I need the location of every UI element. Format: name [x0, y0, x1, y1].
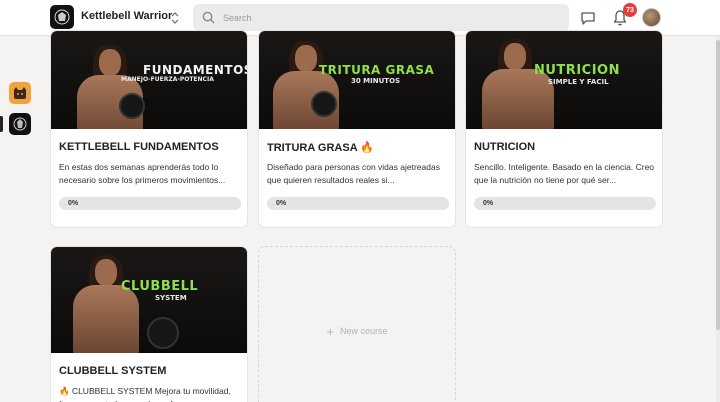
cover-title: FUNDAMENTOS	[143, 63, 248, 77]
course-title[interactable]: NUTRICION	[474, 141, 535, 153]
course-cover-image: NUTRICION SIMPLE Y FACIL	[466, 31, 662, 129]
course-progress-bar: 0%	[474, 197, 656, 210]
course-description: Diseñado para personas con vidas ajetrea…	[267, 162, 440, 185]
course-cover-image: CLUBBELL SYSTEM	[51, 247, 247, 353]
cover-subtitle: SIMPLE Y FACIL	[548, 78, 609, 86]
kettlebell-warrior-logo-icon	[13, 117, 27, 131]
user-avatar[interactable]	[642, 8, 661, 27]
course-progress-bar: 0%	[59, 197, 241, 210]
cat-logo-icon	[14, 87, 26, 99]
course-description: 🔥 CLUBBELL SYSTEM Mejora tu movilidad, f…	[59, 386, 231, 402]
brand-logo[interactable]	[50, 5, 74, 29]
search-bar[interactable]	[193, 4, 569, 31]
page-scrollbar[interactable]	[716, 36, 720, 402]
community-switcher-item-1[interactable]	[9, 82, 31, 104]
course-description: Sencillo. Inteligente. Basado en la cien…	[474, 162, 655, 185]
community-switcher-item-kettlebell-warrior[interactable]	[9, 113, 31, 135]
course-progress-label: 0%	[483, 200, 494, 207]
course-card[interactable]: NUTRICION SIMPLE Y FACIL NUTRICION Senci…	[465, 30, 663, 228]
brand-emblem-icon	[54, 9, 70, 25]
community-switcher-chevron-icon[interactable]	[168, 9, 182, 27]
active-community-indicator	[0, 116, 3, 132]
course-title[interactable]: CLUBBELL SYSTEM	[59, 365, 166, 377]
course-progress-label: 0%	[68, 200, 79, 207]
course-progress-bar: 0%	[267, 197, 449, 210]
course-cover-image: TRITURA GRASA 30 MINUTOS	[259, 31, 455, 129]
course-title[interactable]: TRITURA GRASA 🔥	[267, 141, 374, 154]
search-icon	[202, 11, 215, 24]
scrollbar-thumb[interactable]	[716, 40, 720, 330]
cover-subtitle: MANEJO-FUERZA-POTENCIA	[121, 76, 214, 83]
cover-title: NUTRICION	[534, 63, 620, 78]
cover-subtitle: 30 MINUTOS	[351, 77, 401, 85]
plus-icon: +	[326, 323, 335, 339]
course-cover-image: FUNDAMENTOS MANEJO-FUERZA-POTENCIA	[51, 31, 248, 129]
new-course-label: New course	[340, 326, 388, 336]
brand-name[interactable]: Kettlebell Warrior	[81, 10, 172, 22]
cover-subtitle: SYSTEM	[155, 294, 187, 302]
course-card[interactable]: TRITURA GRASA 30 MINUTOS TRITURA GRASA 🔥…	[258, 30, 456, 228]
search-input[interactable]	[223, 10, 553, 25]
course-title[interactable]: KETTLEBELL FUNDAMENTOS	[59, 141, 219, 153]
notifications-badge[interactable]: 73	[623, 3, 637, 17]
cover-title: CLUBBELL	[121, 279, 199, 294]
course-card[interactable]: FUNDAMENTOS MANEJO-FUERZA-POTENCIA KETTL…	[50, 30, 248, 228]
chat-icon[interactable]	[580, 10, 596, 26]
course-description: En estas dos semanas aprenderás todo lo …	[59, 162, 226, 185]
cover-title: TRITURA GRASA	[319, 63, 435, 77]
course-card[interactable]: CLUBBELL SYSTEM CLUBBELL SYSTEM 🔥 CLUBBE…	[50, 246, 248, 402]
course-progress-label: 0%	[276, 200, 287, 207]
new-course-button[interactable]: + New course	[258, 246, 456, 402]
